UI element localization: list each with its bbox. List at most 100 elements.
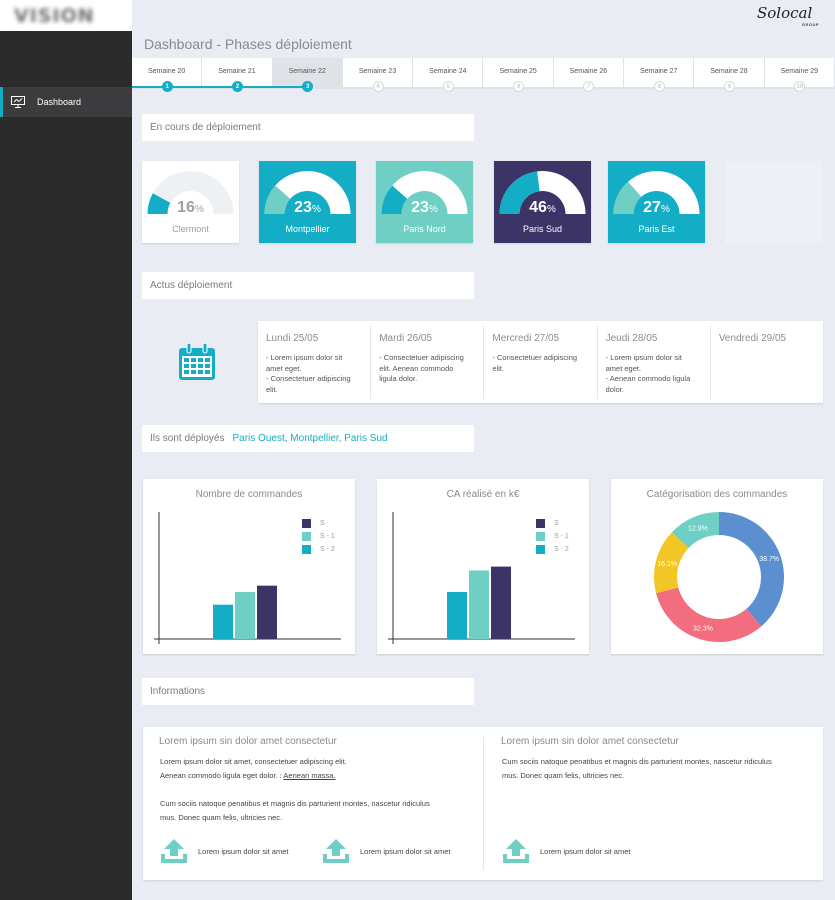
info-text-line: mus. Donec quam felis, ultricies nec.: [502, 771, 625, 780]
info-text-line: Cum sociis natoque penatibus et magnis d…: [502, 757, 772, 766]
gauge-unit: %: [311, 204, 321, 215]
page-title: Dashboard - Phases déploiement: [144, 36, 352, 52]
gauge-card[interactable]: 46% Paris Sud: [494, 161, 591, 243]
news-day: Mercredi 27/05 - Consectetuer adipiscing e…: [484, 325, 598, 399]
slice-label: 12.9%: [688, 525, 708, 532]
news-line: - Lorem ipsum dolor sit: [605, 353, 682, 362]
section-title-informations: Informations: [142, 678, 474, 705]
gauge-card[interactable]: 23% Paris Nord: [376, 161, 473, 243]
legend-swatch: [302, 519, 311, 528]
week-step-marker: 4: [372, 81, 384, 92]
gauge-unit: %: [428, 204, 438, 215]
gauge-unit: %: [660, 204, 670, 215]
news-line: - Lorem ipsum dolor sit: [266, 353, 343, 362]
info-col1-text1: Lorem ipsum dolor sit amet, consectetuer…: [160, 755, 347, 783]
legend-swatch: [302, 532, 311, 541]
donut-chart-categorisation: 38.7% 32.3% 16.1% 12.9%: [654, 512, 784, 642]
news-day-title: Vendredi 29/05: [718, 333, 787, 344]
tab-week-label: Semaine 24: [429, 68, 467, 75]
news-day: Mardi 26/05 - Consectetuer adipiscing elit…: [371, 325, 485, 399]
info-link[interactable]: Aenean massa.: [283, 771, 335, 780]
slice-label: 38.7%: [759, 556, 779, 563]
sidebar-item-label: Dashboard: [37, 97, 82, 107]
bar-chart-commandes: [154, 512, 341, 644]
gauge-number: 16: [177, 199, 195, 216]
gauge-value: 27%: [608, 199, 705, 217]
bar-chart-ca: [388, 512, 575, 644]
news-day-text: - Consectetuer adipiscing elit.: [492, 353, 588, 374]
news-day: Jeudi 28/05 - Lorem ipsum dolor sit amet e…: [598, 325, 711, 399]
tab-week-label: Semaine 28: [710, 68, 748, 75]
bar: [213, 604, 233, 639]
section-title-en-cours: En cours de déploiement: [142, 114, 474, 141]
presentation-icon: [11, 96, 25, 108]
sidebar-item-dashboard[interactable]: Dashboard: [0, 87, 132, 117]
legend-swatch: [536, 532, 545, 541]
bar: [469, 570, 489, 639]
bar: [447, 592, 467, 639]
legend-item: S - 1: [302, 530, 335, 543]
bar: [257, 585, 277, 639]
brand-sub: GROUP: [801, 22, 819, 27]
gauge-card[interactable]: 16% Clermont: [142, 161, 239, 243]
news-line: elit. Aenean commodo: [379, 363, 454, 373]
week-step-marker: 5: [442, 81, 454, 92]
app-logo[interactable]: VISION: [0, 0, 132, 31]
legend-item: S - 1: [536, 530, 569, 543]
news-line: - Consectetuer adipiscing: [266, 374, 351, 383]
section-title-text: Ils sont déployés: [150, 433, 225, 444]
gauge-card[interactable]: 23% Montpellier: [259, 161, 356, 243]
gauge-unit: %: [194, 204, 204, 215]
week-step-marker: 1: [161, 81, 173, 92]
gauge-number: 27: [643, 199, 661, 216]
info-col2-title: Lorem ipsum sin dolor amet consectetur: [501, 736, 679, 747]
gauge-number: 23: [411, 199, 429, 216]
news-day-title: Mardi 26/05: [379, 333, 433, 344]
donut-slice: [719, 512, 784, 627]
week-step-marker: 6: [513, 81, 525, 92]
download-label: Lorem ipsum dolor sit amet: [198, 846, 289, 856]
info-text-part: Aenean commodo ligula eget dolor. :: [160, 771, 282, 780]
brand-name: Solocal: [757, 4, 813, 22]
news-day-text: - Lorem ipsum dolor sit amet eget. - Conse…: [266, 353, 362, 395]
info-text-line: Lorem ipsum dolor sit amet, consectetuer…: [160, 757, 347, 766]
download-link-2[interactable]: Lorem ipsum dolor sit amet: [322, 838, 450, 864]
download-link-1[interactable]: Lorem ipsum dolor sit amet: [160, 838, 288, 864]
section-title-text: Informations: [150, 686, 206, 697]
news-line: amet eget.: [605, 363, 642, 373]
gauge-city: Paris Est: [638, 224, 675, 234]
tab-week-label: Semaine 26: [569, 68, 608, 75]
news-line: ligula dolor.: [379, 374, 418, 383]
news-panel: Lundi 25/05- Lorem ipsum dolor sit amet e…: [258, 321, 823, 403]
week-step-marker: 10: [794, 81, 806, 92]
legend-swatch: [536, 519, 545, 528]
news-day-title: Lundi 25/05: [266, 333, 319, 344]
tab-week-label: Semaine 21: [218, 68, 256, 75]
week-step-marker: 9: [724, 81, 736, 92]
news-line: elit.: [266, 384, 278, 394]
legend-swatch: [536, 545, 545, 554]
column-divider: [483, 737, 484, 870]
informations-panel: Lorem ipsum sin dolor amet consectetur L…: [143, 727, 823, 880]
brand-logo: Solocal GROUP: [757, 3, 821, 29]
gauge-city: Paris Sud: [522, 224, 563, 234]
gauge-number: 46: [529, 199, 547, 216]
calendar-icon: [179, 342, 215, 380]
download-link-3[interactable]: Lorem ipsum dolor sit amet: [502, 838, 630, 864]
gauge-card[interactable]: 27% Paris Est: [608, 161, 705, 243]
gauge-placeholder: [725, 161, 822, 243]
slice-label: 32.3%: [693, 626, 713, 633]
news-day: Lundi 25/05 - Lorem ipsum dolor sit amet e…: [258, 325, 372, 399]
gauge-value: 46%: [494, 199, 591, 217]
week-step-marker: 3: [302, 81, 314, 92]
slice-label: 16.1%: [657, 561, 677, 568]
info-col2-text: Cum sociis natoque penatibus et magnis d…: [502, 755, 772, 783]
legend-label: S - 2: [554, 546, 569, 553]
news-line: - Consectetuer adipiscing: [379, 353, 464, 362]
chart-legend: S S - 1 S - 2: [302, 517, 335, 556]
news-line: dolor.: [605, 384, 624, 394]
news-day-title: Mercredi 27/05: [492, 333, 560, 344]
news-line: - Aenean commodo ligula: [605, 374, 691, 383]
info-text-line: mus. Donec quam felis, ultricies nec.: [160, 813, 283, 822]
sidebar: VISION Dashboard: [0, 0, 132, 900]
